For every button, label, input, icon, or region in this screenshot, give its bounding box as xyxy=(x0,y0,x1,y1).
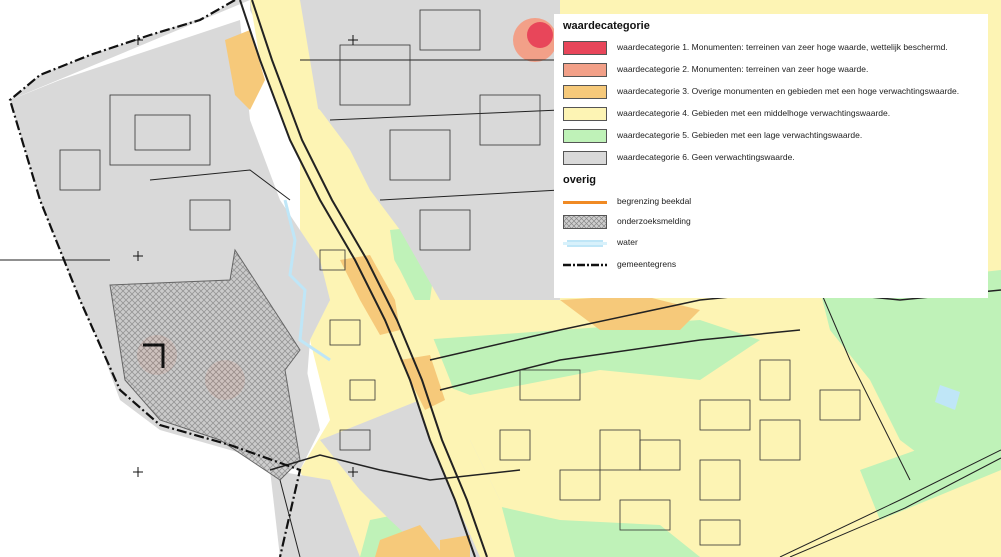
symbol-water-center xyxy=(563,242,607,245)
swatch-cat5 xyxy=(563,129,607,143)
legend-item-cat3: waardecategorie 3. Overige monumenten en… xyxy=(563,85,983,99)
symbol-crosshatch xyxy=(563,215,607,229)
legend-label-cat3: waardecategorie 3. Overige monumenten en… xyxy=(617,86,960,96)
monument-red-ne[interactable] xyxy=(527,22,553,48)
legend-item-water: water xyxy=(563,236,983,250)
legend-label-cat2: waardecategorie 2. Monumenten: terreinen… xyxy=(617,64,869,74)
legend-label-cat4: waardecategorie 4. Gebieden met een midd… xyxy=(617,108,891,118)
legend-item-cat4: waardecategorie 4. Gebieden met een midd… xyxy=(563,107,983,121)
swatch-cat4 xyxy=(563,107,607,121)
legend-label-cat6: waardecategorie 6. Geen verwachtingswaar… xyxy=(617,152,795,162)
legend-label-onderzoeksmelding: onderzoeksmelding xyxy=(617,216,691,226)
legend-item-cat6: waardecategorie 6. Geen verwachtingswaar… xyxy=(563,151,983,165)
swatch-cat6 xyxy=(563,151,607,165)
swatch-cat3 xyxy=(563,85,607,99)
swatch-cat1 xyxy=(563,41,607,55)
legend-title-other: overig xyxy=(563,174,597,186)
map-legend: waardecategorie waardecategorie 1. Monum… xyxy=(554,14,988,298)
legend-item-cat1: waardecategorie 1. Monumenten: terreinen… xyxy=(563,41,983,55)
symbol-beekdal xyxy=(563,201,607,204)
legend-label-gemeentegrens: gemeentegrens xyxy=(617,259,677,269)
legend-label-cat5: waardecategorie 5. Gebieden met een lage… xyxy=(617,130,863,140)
legend-label-cat1: waardecategorie 1. Monumenten: terreinen… xyxy=(617,42,948,52)
legend-title-value: waardecategorie xyxy=(563,20,650,32)
legend-item-cat5: waardecategorie 5. Gebieden met een lage… xyxy=(563,129,983,143)
legend-item-beekdal: begrenzing beekdal xyxy=(563,195,983,209)
legend-item-gemeentegrens: gemeentegrens xyxy=(563,258,983,272)
legend-item-onderzoeksmelding: onderzoeksmelding xyxy=(563,215,983,229)
symbol-gemeentegrens xyxy=(563,263,607,267)
legend-label-water: water xyxy=(617,237,638,247)
legend-item-cat2: waardecategorie 2. Monumenten: terreinen… xyxy=(563,63,983,77)
legend-label-beekdal: begrenzing beekdal xyxy=(617,196,692,206)
swatch-cat2 xyxy=(563,63,607,77)
